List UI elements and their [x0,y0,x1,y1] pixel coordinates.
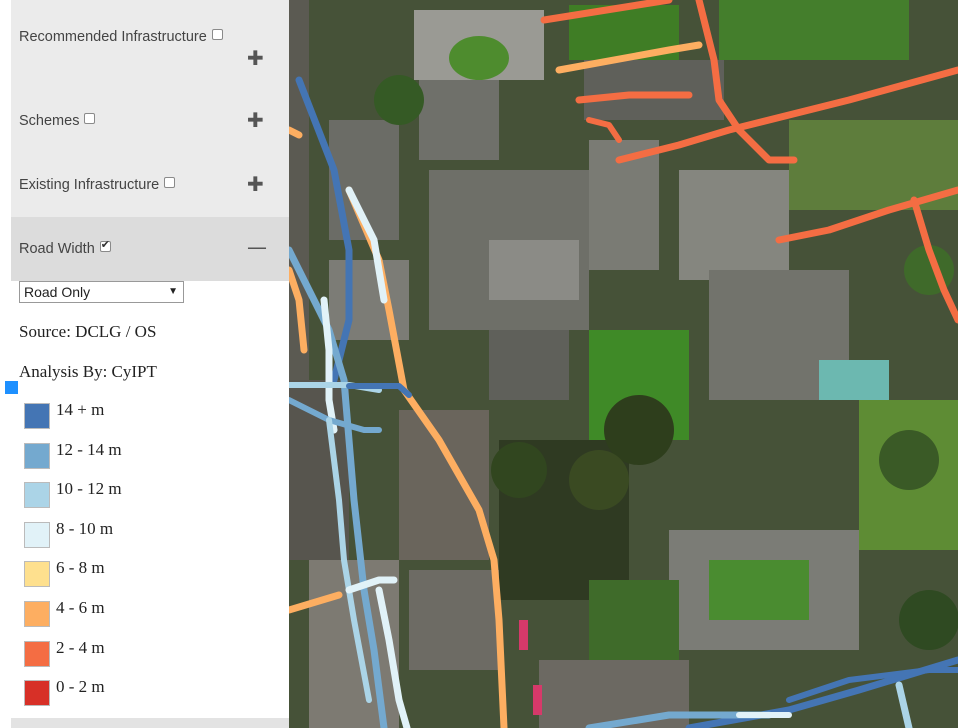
legend-label: 2 - 4 m [56,638,105,657]
layer-label: Recommended Infrastructure [19,29,207,45]
layer-label: Road Width [19,241,95,257]
legend-swatch [24,482,50,508]
expand-plus-icon[interactable]: ✚ [247,48,264,68]
layer-recommended-infrastructure[interactable]: Recommended Infrastructure ✚ [11,0,289,87]
layer-road-width[interactable]: Road Width — [11,217,289,281]
layer-label-wrap: Road Width [19,238,111,257]
map-view[interactable] [289,0,958,728]
layer-label: Schemes [19,113,80,129]
legend-label: 6 - 8 m [56,558,105,577]
legend-label: 0 - 2 m [56,677,105,696]
analysis-text: Analysis By: CyIPT [19,362,157,381]
layer-checkbox[interactable] [84,113,96,124]
satellite-map[interactable] [289,0,958,728]
select-value: Road Only [24,284,91,300]
layer-existing-infrastructure[interactable]: Existing Infrastructure ✚ [11,152,289,217]
legend-swatch [24,443,50,469]
next-layer-bar[interactable] [11,718,289,728]
legend-swatch [24,522,50,548]
resize-handle[interactable] [5,381,18,394]
source-text: Source: DCLG / OS [19,322,157,341]
legend-label: 12 - 14 m [56,440,122,459]
legend-label: 8 - 10 m [56,519,114,538]
layer-checkbox[interactable] [211,29,223,40]
legend-label: 10 - 12 m [56,479,122,498]
legend-swatch [24,641,50,667]
layer-label-wrap: Existing Infrastructure [19,177,176,193]
layer-label: Existing Infrastructure [19,177,160,193]
layer-label-wrap: Schemes [19,113,96,129]
collapse-minus-icon[interactable]: — [247,237,267,257]
dropdown-arrow-icon: ▼ [168,286,178,297]
legend-swatch [24,403,50,429]
layer-schemes[interactable]: Schemes ✚ [11,87,289,152]
layer-label-wrap: Recommended Infrastructure [19,29,223,45]
road-width-select[interactable]: Road Only ▼ [19,281,184,303]
legend-swatch [24,601,50,627]
legend-label: 4 - 6 m [56,598,105,617]
legend-swatch [24,680,50,706]
layer-sidebar: Recommended Infrastructure ✚ Schemes ✚ E… [0,0,289,728]
legend-label: 14 + m [56,400,105,419]
expand-plus-icon[interactable]: ✚ [247,110,264,130]
legend-swatch [24,561,50,587]
expand-plus-icon[interactable]: ✚ [247,174,264,194]
sidebar-edge [0,0,11,728]
layer-checkbox[interactable] [164,177,176,188]
layer-checkbox[interactable] [99,238,111,252]
